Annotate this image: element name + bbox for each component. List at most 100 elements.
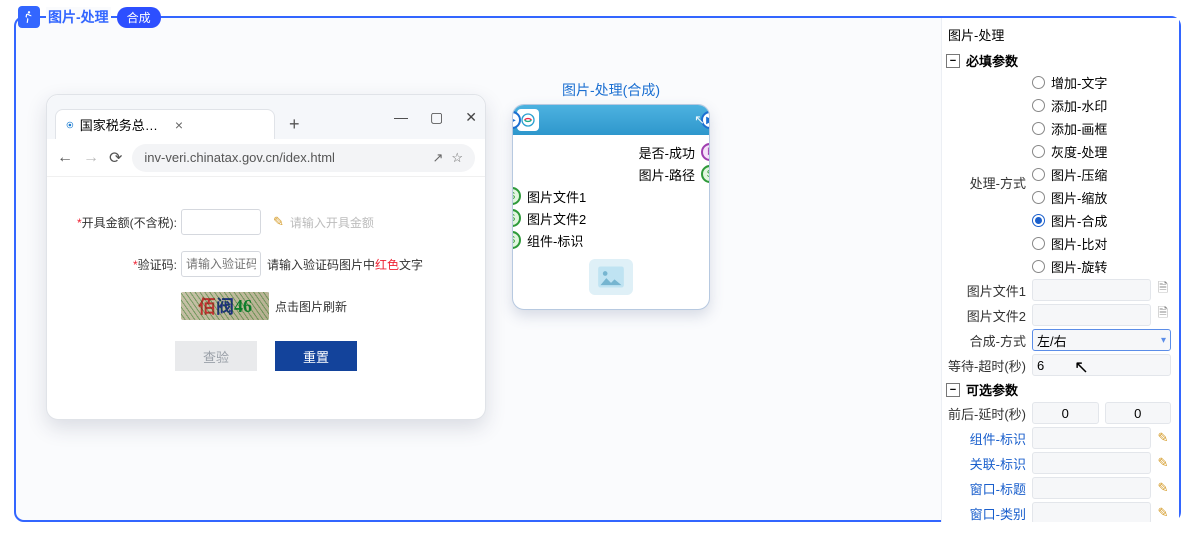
radio-label: 增加-文字 bbox=[1051, 73, 1107, 92]
reset-button[interactable]: 重置 bbox=[275, 341, 357, 371]
panel-title: 图片-处理 bbox=[946, 22, 1171, 47]
page-content: *开具金额(不含税): ✎ 请输入开具金额 *验证码: 请输入验证码图片中红色文… bbox=[47, 177, 485, 389]
win-class-input[interactable] bbox=[1032, 502, 1151, 522]
collapse-icon[interactable]: − bbox=[946, 54, 960, 68]
win-class-label[interactable]: 窗口-类别 bbox=[946, 504, 1032, 523]
radio-icon bbox=[1032, 191, 1045, 204]
file2-label: 图片文件2 bbox=[946, 306, 1032, 325]
proc-mode-radio[interactable]: 添加-水印 bbox=[1032, 96, 1107, 115]
bookmark-icon[interactable]: ☆ bbox=[451, 150, 463, 166]
node-in-pin-string[interactable]: S bbox=[512, 187, 521, 205]
radio-icon bbox=[1032, 168, 1045, 181]
rel-id-input[interactable] bbox=[1032, 452, 1151, 474]
radio-label: 图片-合成 bbox=[1051, 211, 1107, 230]
captcha-image[interactable]: 佰阀46 bbox=[181, 292, 269, 320]
back-icon[interactable]: ← bbox=[57, 149, 73, 167]
params-panel: 图片-处理 − 必填参数 处理-方式 增加-文字添加-水印添加-画框灰度-处理图… bbox=[941, 18, 1179, 522]
captcha-hint: 请输入验证码图片中红色文字 bbox=[267, 256, 423, 273]
amount-input[interactable] bbox=[181, 209, 261, 235]
node-input-row: S 图片文件2 bbox=[523, 207, 699, 229]
flow-node[interactable]: 图片-处理(合成) ▶ ▶ ↖ 是否-成功 b 图片-路径 S bbox=[512, 80, 710, 310]
delay-after-input[interactable]: 0 bbox=[1105, 402, 1172, 424]
edit-icon[interactable]: ✎ bbox=[1155, 480, 1171, 496]
win-title-label[interactable]: 窗口-标题 bbox=[946, 479, 1032, 498]
frame-pill: 合成 bbox=[117, 7, 161, 28]
file1-input[interactable] bbox=[1032, 279, 1151, 301]
radio-label: 图片-旋转 bbox=[1051, 257, 1107, 276]
runner-icon bbox=[18, 6, 40, 28]
amount-hint: 请输入开具金额 bbox=[290, 214, 374, 231]
minimize-icon[interactable]: — bbox=[394, 109, 408, 126]
frame-title: 图片-处理 bbox=[46, 7, 111, 27]
optional-section[interactable]: − 可选参数 bbox=[946, 380, 1171, 399]
node-in-pin-string[interactable]: S bbox=[512, 209, 521, 227]
merge-mode-label: 合成-方式 bbox=[946, 331, 1032, 350]
comp-id-label[interactable]: 组件-标识 bbox=[946, 429, 1032, 448]
new-tab-icon[interactable]: + bbox=[289, 114, 300, 135]
node-input-row: S 图片文件1 bbox=[523, 185, 699, 207]
captcha-input[interactable] bbox=[181, 251, 261, 277]
proc-mode-radio[interactable]: 图片-缩放 bbox=[1032, 188, 1107, 207]
url-text: inv-veri.chinatax.gov.cn/idex.html bbox=[144, 150, 335, 165]
file-browse-icon[interactable]: 🗎 bbox=[1155, 307, 1171, 323]
address-bar[interactable]: inv-veri.chinatax.gov.cn/idex.html ↗ ☆ bbox=[132, 144, 475, 172]
tab-favicon bbox=[66, 118, 74, 132]
comp-id-input[interactable] bbox=[1032, 427, 1151, 449]
captcha-label: *验证码: bbox=[75, 256, 177, 273]
proc-mode-radio[interactable]: 图片-合成 bbox=[1032, 211, 1107, 230]
win-title-input[interactable] bbox=[1032, 477, 1151, 499]
node-out-pin-bool[interactable]: b bbox=[701, 143, 710, 161]
node-input-row: S 组件-标识 bbox=[523, 229, 699, 251]
image-placeholder-icon bbox=[589, 259, 633, 295]
required-section[interactable]: − 必填参数 bbox=[946, 51, 1171, 70]
share-icon[interactable]: ↗ bbox=[432, 150, 443, 166]
proc-mode-radio[interactable]: 添加-画框 bbox=[1032, 119, 1107, 138]
tab-close-icon[interactable]: × bbox=[175, 117, 264, 133]
browser-window: 国家税务总局全国增值税发票查验 × + — ▢ ✕ ← → ⟳ inv-veri… bbox=[46, 94, 486, 420]
delay-before-input[interactable]: 0 bbox=[1032, 402, 1099, 424]
edit-icon[interactable]: ✎ bbox=[1155, 505, 1171, 521]
node-output-row: 图片-路径 S bbox=[523, 163, 699, 185]
proc-mode-radio[interactable]: 图片-压缩 bbox=[1032, 165, 1107, 184]
radio-icon bbox=[1032, 122, 1045, 135]
node-header[interactable]: ↖ bbox=[513, 105, 709, 135]
browser-tab[interactable]: 国家税务总局全国增值税发票查验 × bbox=[55, 109, 275, 139]
proc-mode-radio[interactable]: 增加-文字 bbox=[1032, 73, 1107, 92]
node-out-pin-string[interactable]: S bbox=[701, 165, 710, 183]
collapse-icon[interactable]: − bbox=[946, 383, 960, 397]
delay-label: 前后-延时(秒) bbox=[946, 404, 1032, 423]
edit-icon[interactable]: ✎ bbox=[1155, 455, 1171, 471]
radio-label: 图片-比对 bbox=[1051, 234, 1107, 253]
radio-label: 灰度-处理 bbox=[1051, 142, 1107, 161]
close-icon[interactable]: ✕ bbox=[465, 109, 477, 126]
node-in-pin-string[interactable]: S bbox=[512, 231, 521, 249]
proc-mode-label: 处理-方式 bbox=[946, 173, 1032, 192]
file-browse-icon[interactable]: 🗎 bbox=[1155, 282, 1171, 298]
radio-icon bbox=[1032, 214, 1045, 227]
radio-label: 图片-缩放 bbox=[1051, 188, 1107, 207]
wait-timeout-label: 等待-超时(秒) bbox=[946, 356, 1032, 375]
node-output-row: 是否-成功 b bbox=[523, 141, 699, 163]
proc-mode-options: 增加-文字添加-水印添加-画框灰度-处理图片-压缩图片-缩放图片-合成图片-比对… bbox=[1032, 73, 1107, 276]
radio-label: 添加-水印 bbox=[1051, 96, 1107, 115]
radio-icon bbox=[1032, 76, 1045, 89]
file1-label: 图片文件1 bbox=[946, 281, 1032, 300]
radio-icon bbox=[1032, 237, 1045, 250]
pencil-icon[interactable]: ✎ bbox=[273, 214, 284, 230]
cursor-icon: ↖ bbox=[694, 112, 705, 128]
node-title: 图片-处理(合成) bbox=[512, 80, 710, 100]
maximize-icon[interactable]: ▢ bbox=[430, 109, 443, 126]
proc-mode-radio[interactable]: 图片-比对 bbox=[1032, 234, 1107, 253]
proc-mode-radio[interactable]: 灰度-处理 bbox=[1032, 142, 1107, 161]
merge-mode-select[interactable]: 左/右▾ bbox=[1032, 329, 1171, 351]
edit-icon[interactable]: ✎ bbox=[1155, 430, 1171, 446]
captcha-refresh-hint[interactable]: 点击图片刷新 bbox=[275, 298, 347, 315]
rel-id-label[interactable]: 关联-标识 bbox=[946, 454, 1032, 473]
wait-timeout-input[interactable]: 6 bbox=[1032, 354, 1171, 376]
proc-mode-radio[interactable]: 图片-旋转 bbox=[1032, 257, 1107, 276]
amount-label: *开具金额(不含税): bbox=[75, 214, 177, 231]
file2-input[interactable] bbox=[1032, 304, 1151, 326]
check-button[interactable]: 查验 bbox=[175, 341, 257, 371]
forward-icon[interactable]: → bbox=[83, 149, 99, 167]
reload-icon[interactable]: ⟳ bbox=[109, 148, 122, 168]
